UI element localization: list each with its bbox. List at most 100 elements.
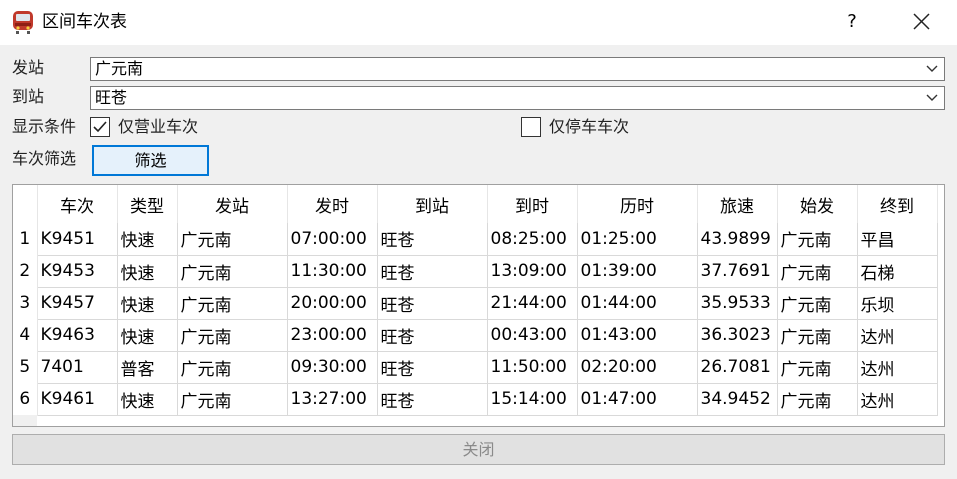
table-cell[interactable]: K9461 — [37, 383, 118, 416]
table-row[interactable]: 1 K9451 快速 广元南 07:00:00 旺苍 08:25:00 01:2… — [13, 223, 938, 256]
column-header[interactable]: 终到 — [857, 185, 938, 223]
table-cell[interactable]: 37.7691 — [697, 255, 778, 288]
table-cell[interactable]: 01:44:00 — [577, 287, 698, 320]
table-cell[interactable]: 快速 — [117, 223, 178, 256]
stop-only-label[interactable]: 仅停车车次 — [549, 116, 629, 138]
chevron-down-icon — [926, 94, 938, 101]
table-cell[interactable]: 快速 — [117, 255, 178, 288]
table-row[interactable]: 6 K9461 快速 广元南 13:27:00 旺苍 15:14:00 01:4… — [13, 383, 938, 416]
to-station-select[interactable]: 旺苍 — [90, 86, 945, 110]
business-only-label[interactable]: 仅营业车次 — [118, 116, 198, 138]
table-cell[interactable]: 广元南 — [777, 287, 858, 320]
table-cell[interactable]: 26.7081 — [697, 351, 778, 384]
from-station-value: 广元南 — [95, 59, 144, 78]
table-cell[interactable]: 01:47:00 — [577, 383, 698, 416]
row-number: 4 — [13, 319, 38, 351]
table-cell[interactable]: 快速 — [117, 383, 178, 416]
table-cell[interactable]: 广元南 — [777, 255, 858, 288]
row-number: 6 — [13, 383, 38, 415]
table-cell[interactable]: 广元南 — [777, 351, 858, 384]
table-cell[interactable]: K9453 — [37, 255, 118, 288]
table-cell[interactable]: 13:09:00 — [487, 255, 578, 288]
column-header[interactable]: 历时 — [577, 185, 698, 223]
table-cell[interactable]: 广元南 — [177, 223, 288, 256]
table-cell[interactable]: 08:25:00 — [487, 223, 578, 256]
table-cell[interactable]: 广元南 — [777, 223, 858, 256]
column-header[interactable]: 发时 — [287, 185, 378, 223]
table-cell[interactable]: 广元南 — [177, 351, 288, 384]
table-cell[interactable]: 01:25:00 — [577, 223, 698, 256]
table-cell[interactable]: 01:39:00 — [577, 255, 698, 288]
table-cell[interactable]: 广元南 — [177, 383, 288, 416]
table-row[interactable]: 4 K9463 快速 广元南 23:00:00 旺苍 00:43:00 01:4… — [13, 319, 938, 352]
table-cell[interactable]: 旺苍 — [377, 319, 488, 352]
column-header[interactable]: 车次 — [37, 185, 118, 223]
table-cell[interactable]: 36.3023 — [697, 319, 778, 352]
column-header[interactable]: 到站 — [377, 185, 488, 223]
chevron-down-icon — [926, 65, 938, 72]
table-cell[interactable]: 旺苍 — [377, 255, 488, 288]
table-cell[interactable]: 乐坝 — [857, 287, 938, 320]
table-cell[interactable]: 达州 — [857, 319, 938, 352]
table-cell[interactable]: 广元南 — [777, 383, 858, 416]
table-cell[interactable]: 35.9533 — [697, 287, 778, 320]
table-cell[interactable]: 11:30:00 — [287, 255, 378, 288]
table-cell[interactable]: 石梯 — [857, 255, 938, 288]
table-cell[interactable]: 13:27:00 — [287, 383, 378, 416]
row-number: 3 — [13, 287, 38, 319]
table-row[interactable]: 5 7401 普客 广元南 09:30:00 旺苍 11:50:00 02:20… — [13, 351, 938, 384]
column-header[interactable]: 到时 — [487, 185, 578, 223]
table-cell[interactable]: 07:00:00 — [287, 223, 378, 256]
train-app-icon — [13, 11, 33, 34]
table-cell[interactable]: 广元南 — [777, 319, 858, 352]
column-header[interactable]: 类型 — [117, 185, 178, 223]
row-header-corner — [13, 185, 38, 223]
table-cell[interactable]: 达州 — [857, 351, 938, 384]
table-row[interactable]: 2 K9453 快速 广元南 11:30:00 旺苍 13:09:00 01:3… — [13, 255, 938, 288]
table-cell[interactable]: K9451 — [37, 223, 118, 256]
from-station-select[interactable]: 广元南 — [90, 57, 945, 81]
train-table[interactable]: 车次 类型 发站 发时 到站 到时 历时 旅速 始发 终到 1 K9451 快速… — [12, 184, 945, 427]
table-cell[interactable]: 00:43:00 — [487, 319, 578, 352]
table-cell[interactable]: 广元南 — [177, 255, 288, 288]
table-row[interactable]: 3 K9457 快速 广元南 20:00:00 旺苍 21:44:00 01:4… — [13, 287, 938, 320]
table-cell[interactable]: 达州 — [857, 383, 938, 416]
row-header-filler — [13, 415, 37, 426]
table-cell[interactable]: 34.9452 — [697, 383, 778, 416]
to-station-value: 旺苍 — [95, 88, 128, 107]
table-cell[interactable]: 11:50:00 — [487, 351, 578, 384]
table-cell[interactable]: 快速 — [117, 319, 178, 352]
help-button[interactable]: ? — [836, 7, 868, 37]
table-cell[interactable]: 02:20:00 — [577, 351, 698, 384]
row-number: 2 — [13, 255, 38, 287]
column-header[interactable]: 旅速 — [697, 185, 778, 223]
filter-button[interactable]: 筛选 — [92, 145, 209, 176]
column-header[interactable]: 始发 — [777, 185, 858, 223]
train-grid: 车次 类型 发站 发时 到站 到时 历时 旅速 始发 终到 1 K9451 快速… — [13, 185, 938, 416]
table-cell[interactable]: 01:43:00 — [577, 319, 698, 352]
table-cell[interactable]: 快速 — [117, 287, 178, 320]
close-button[interactable]: 关闭 — [12, 434, 945, 465]
table-cell[interactable]: K9463 — [37, 319, 118, 352]
stop-only-checkbox[interactable] — [521, 117, 541, 137]
table-cell[interactable]: 旺苍 — [377, 223, 488, 256]
table-cell[interactable]: 15:14:00 — [487, 383, 578, 416]
business-only-checkbox[interactable] — [90, 117, 110, 137]
table-cell[interactable]: 20:00:00 — [287, 287, 378, 320]
table-cell[interactable]: 旺苍 — [377, 287, 488, 320]
table-cell[interactable]: 广元南 — [177, 287, 288, 320]
table-cell[interactable]: 广元南 — [177, 319, 288, 352]
table-cell[interactable]: K9457 — [37, 287, 118, 320]
table-cell[interactable]: 43.9899 — [697, 223, 778, 256]
table-cell[interactable]: 21:44:00 — [487, 287, 578, 320]
table-cell[interactable]: 7401 — [37, 351, 118, 384]
table-cell[interactable]: 旺苍 — [377, 351, 488, 384]
column-header[interactable]: 发站 — [177, 185, 288, 223]
close-icon[interactable] — [903, 7, 939, 37]
check-icon — [93, 121, 107, 133]
table-cell[interactable]: 普客 — [117, 351, 178, 384]
table-cell[interactable]: 09:30:00 — [287, 351, 378, 384]
table-cell[interactable]: 旺苍 — [377, 383, 488, 416]
table-cell[interactable]: 23:00:00 — [287, 319, 378, 352]
table-cell[interactable]: 平昌 — [857, 223, 938, 256]
